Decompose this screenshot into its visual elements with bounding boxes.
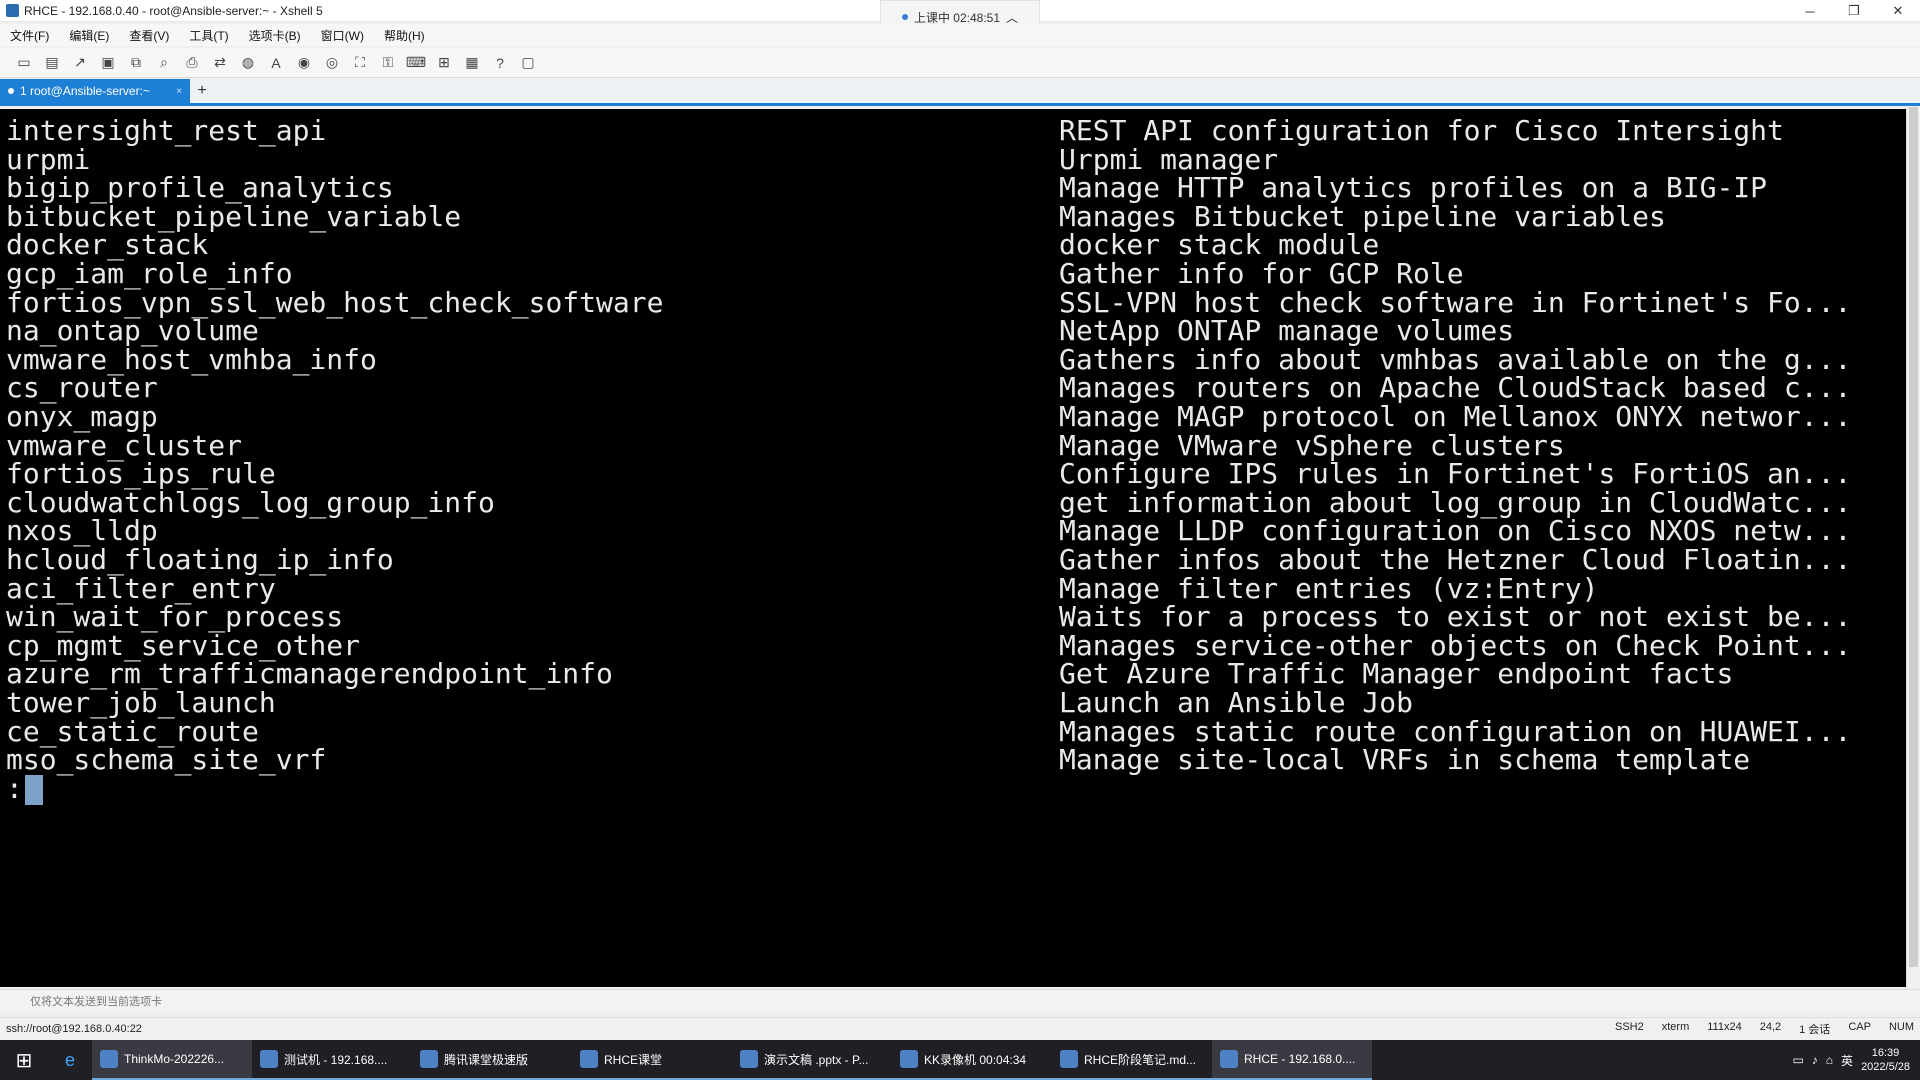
- network-icon[interactable]: ⌂: [1826, 1053, 1833, 1067]
- tab-close-icon[interactable]: ×: [176, 86, 182, 97]
- new-tab-button[interactable]: +: [190, 79, 214, 103]
- menu-window[interactable]: 窗口(W): [311, 27, 374, 44]
- title-bar: RHCE - 192.168.0.40 - root@Ansible-serve…: [0, 0, 1920, 34]
- taskbar-item-label: 测试机 - 192.168....: [284, 1052, 388, 1067]
- find-icon[interactable]: ⌕: [154, 53, 174, 73]
- live-class-label: 上课中 02:48:51: [913, 10, 1001, 25]
- protocol-status: SSH2: [1614, 1020, 1644, 1033]
- app-icon: [900, 1050, 918, 1068]
- help-icon[interactable]: ?: [490, 53, 510, 73]
- terminal-prompt-line[interactable]: :: [6, 771, 1896, 806]
- app-icon: [580, 1050, 598, 1068]
- taskbar-item[interactable]: RHCE课堂: [572, 1040, 732, 1080]
- terminal-scrollbar[interactable]: [1906, 107, 1920, 987]
- taskbar-item-label: ThinkMo-202226...: [124, 1052, 225, 1066]
- window-title: RHCE - 192.168.0.40 - root@Ansible-serve…: [24, 3, 323, 18]
- send-to-tab-label: 仅将文本发送到当前选项卡: [30, 995, 162, 1008]
- taskbar-item-label: 腾讯课堂极速版: [444, 1052, 529, 1067]
- copy-icon[interactable]: ⧉: [126, 53, 146, 73]
- layout-icon[interactable]: ▦: [462, 53, 482, 73]
- taskbar-item[interactable]: 测试机 - 192.168....: [252, 1040, 412, 1080]
- menu-help[interactable]: 帮助(H): [374, 27, 435, 44]
- windows-start-icon[interactable]: ⊞: [0, 1040, 48, 1080]
- num-lock-status: NUM: [1888, 1020, 1914, 1033]
- taskbar-item[interactable]: KK录像机 00:04:34: [892, 1040, 1052, 1080]
- minimize-button[interactable]: ─: [1788, 0, 1832, 22]
- taskbar-item[interactable]: RHCE阶段笔记.md...: [1052, 1040, 1212, 1080]
- app-icon: [1220, 1050, 1238, 1068]
- keyboard-icon[interactable]: ⌨: [406, 53, 426, 73]
- caps-lock-status: CAP: [1848, 1020, 1871, 1033]
- app-icon: [740, 1050, 758, 1068]
- terminal-type-status: xterm: [1661, 1020, 1690, 1033]
- maximize-button[interactable]: ❐: [1832, 0, 1876, 22]
- taskbar-item-label: 演示文稿 .pptx - P...: [764, 1052, 869, 1067]
- toolbar: ▭ ▤ ↗ ▣ ⧉ ⌕ ⎙ ⇄ ◍ A ◉ ◎ ⛶ ⚿ ⌨ ⊞ ▦ ? ▢: [0, 48, 1920, 78]
- menu-tab[interactable]: 选项卡(B): [239, 27, 311, 44]
- fullscreen-icon[interactable]: ⛶: [350, 53, 370, 73]
- windows-taskbar: ⊞ e ThinkMo-202226... 测试机 - 192.168.... 腾讯…: [0, 1040, 1920, 1080]
- globe-icon[interactable]: ◍: [238, 53, 258, 73]
- compose-icon[interactable]: ⊞: [434, 53, 454, 73]
- taskbar-clock[interactable]: 16:39 2022/5/28: [1861, 1046, 1910, 1074]
- menu-tools[interactable]: 工具(T): [179, 27, 238, 44]
- connect-icon[interactable]: ↗: [70, 53, 90, 73]
- session-tab-bar: 1 root@Ansible-server:~ × +: [0, 79, 1920, 106]
- close-button[interactable]: ✕: [1876, 0, 1920, 22]
- ime-indicator[interactable]: 英: [1841, 1052, 1853, 1069]
- new-session-icon[interactable]: ▭: [14, 53, 34, 73]
- print-icon[interactable]: ⎙: [182, 53, 202, 73]
- volume-icon[interactable]: ♪: [1812, 1053, 1818, 1067]
- taskbar-item-label: KK录像机 00:04:34: [924, 1052, 1027, 1067]
- properties-icon[interactable]: ▣: [98, 53, 118, 73]
- menu-edit[interactable]: 编辑(E): [59, 27, 119, 44]
- taskbar-item[interactable]: RHCE - 192.168.0....: [1212, 1040, 1372, 1080]
- cursor-position-status: 24,2: [1759, 1020, 1782, 1033]
- xftp-icon[interactable]: ◉: [294, 53, 314, 73]
- chat-icon[interactable]: ▢: [518, 53, 538, 73]
- taskbar-item-label: RHCE - 192.168.0....: [1244, 1052, 1356, 1066]
- app-icon: [420, 1050, 438, 1068]
- menu-file[interactable]: 文件(F): [0, 27, 59, 44]
- transfer-icon[interactable]: ⇄: [210, 53, 230, 73]
- send-to-tab-bar[interactable]: 仅将文本发送到当前选项卡: [0, 989, 1920, 1011]
- live-dot-icon: [901, 14, 908, 20]
- session-count-status: 1 会话: [1799, 1023, 1831, 1036]
- session-tab-label: 1 root@Ansible-server:~: [20, 84, 150, 98]
- taskbar-item[interactable]: ThinkMo-202226...: [92, 1040, 252, 1080]
- menu-view[interactable]: 查看(V): [119, 27, 179, 44]
- text-cursor: [24, 774, 43, 805]
- app-icon: [100, 1050, 118, 1068]
- edge-browser-icon[interactable]: e: [48, 1040, 92, 1080]
- terminal-size-status: 111x24: [1707, 1020, 1742, 1033]
- status-bar: ssh://root@192.168.0.40:22 SSH2 xterm 11…: [0, 1017, 1920, 1039]
- connection-string: ssh://root@192.168.0.40:22: [6, 1022, 142, 1035]
- lock-icon[interactable]: ⚿: [378, 53, 398, 73]
- taskbar-item-label: RHCE阶段笔记.md...: [1084, 1052, 1197, 1067]
- script-icon[interactable]: ◎: [322, 53, 342, 73]
- open-folder-icon[interactable]: ▤: [42, 53, 62, 73]
- xshell-app-icon: [6, 4, 19, 17]
- scrollbar-thumb[interactable]: [1909, 107, 1918, 967]
- chevron-up-icon[interactable]: ︿: [1006, 9, 1018, 26]
- font-icon[interactable]: A: [266, 53, 286, 73]
- menu-bar: 文件(F) 编辑(E) 查看(V) 工具(T) 选项卡(B) 窗口(W) 帮助(…: [0, 24, 1920, 46]
- app-icon: [260, 1050, 278, 1068]
- app-icon: [1060, 1050, 1078, 1068]
- terminal-output[interactable]: intersight_rest_api REST API configuratio…: [0, 109, 1906, 987]
- notification-icon[interactable]: ▭: [1792, 1053, 1803, 1067]
- system-tray: ▭ ♪ ⌂ 英 16:39 2022/5/28: [1792, 1040, 1920, 1080]
- taskbar-item[interactable]: 演示文稿 .pptx - P...: [732, 1040, 892, 1080]
- taskbar-item-label: RHCE课堂: [604, 1052, 663, 1067]
- clock-time: 16:39: [1871, 1047, 1900, 1059]
- session-tab[interactable]: 1 root@Ansible-server:~ ×: [0, 79, 190, 103]
- clock-date: 2022/5/28: [1861, 1061, 1910, 1073]
- taskbar-item[interactable]: 腾讯课堂极速版: [412, 1040, 572, 1080]
- session-status-icon: [8, 88, 14, 94]
- pager-prompt: :: [6, 771, 23, 805]
